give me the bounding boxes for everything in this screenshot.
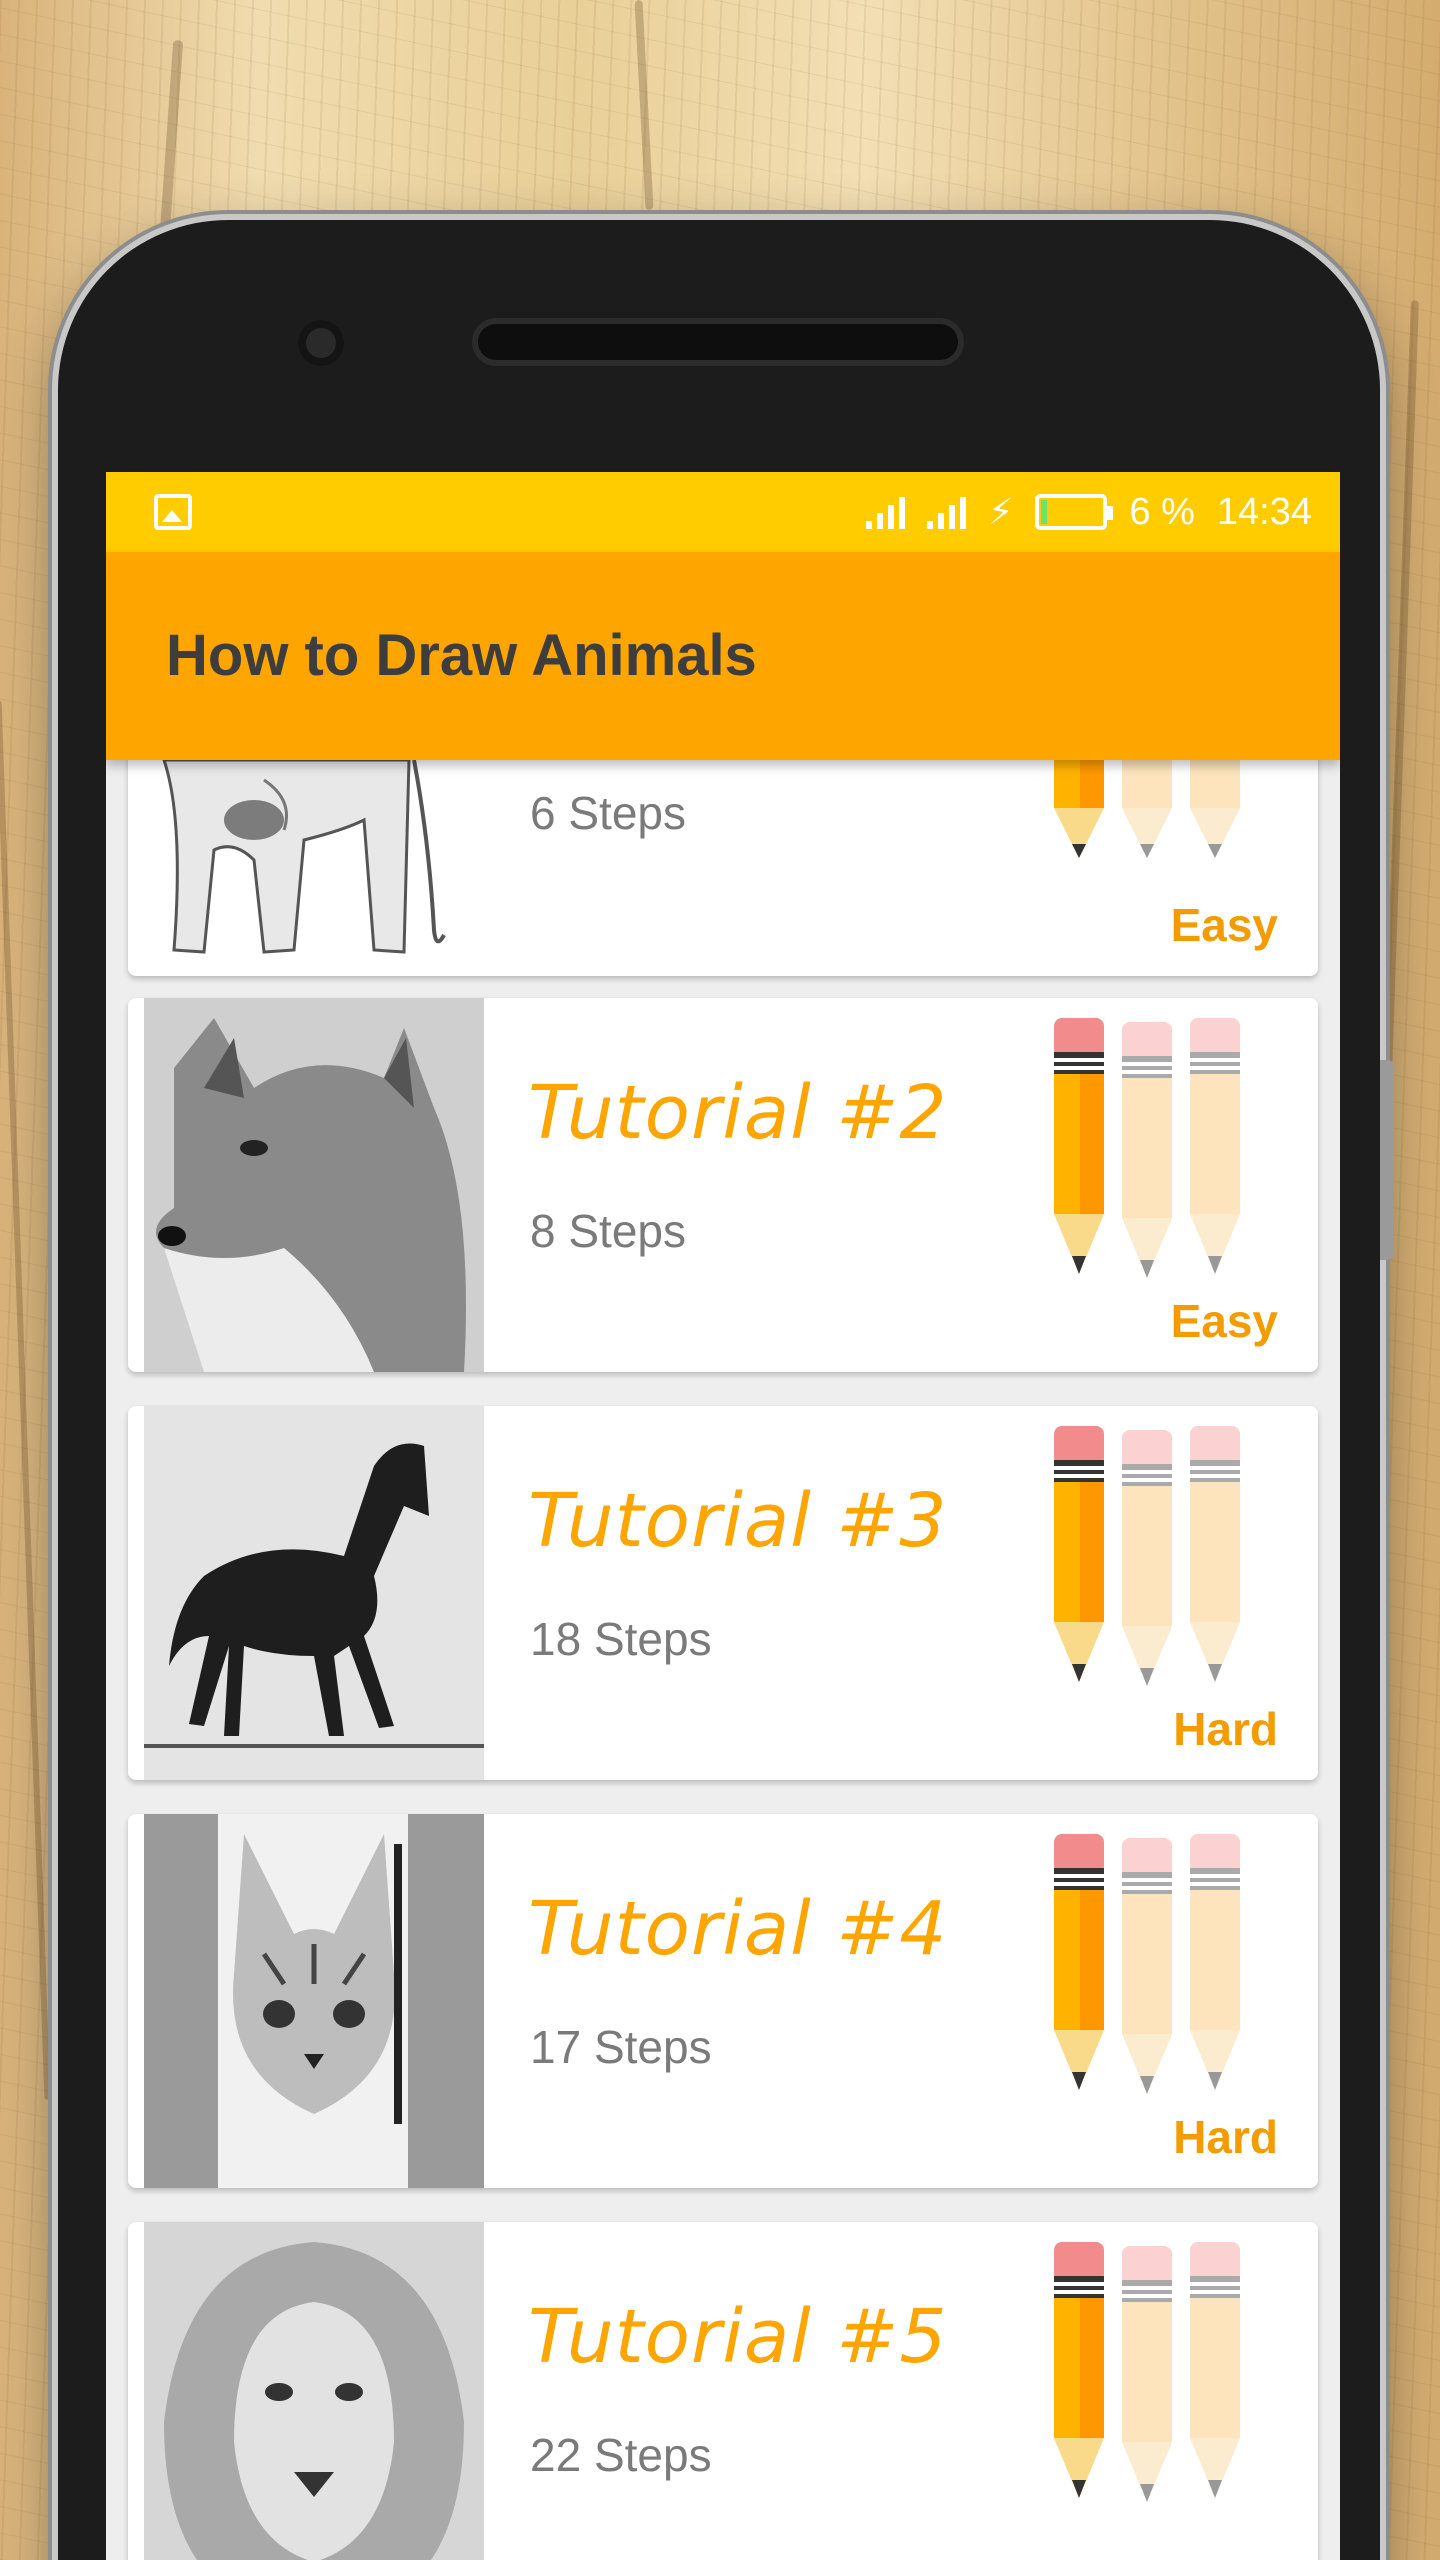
charging-icon: ⚡ (988, 491, 1014, 532)
tutorial-steps: 22 Steps (530, 2429, 712, 2481)
tutorial-card-2[interactable]: Tutorial #2 8 Steps Easy (128, 998, 1318, 1372)
app-screen: ⚡ 6 % 14:34 How to Draw Animals 6 Steps (106, 472, 1340, 2560)
battery-icon (1035, 494, 1114, 530)
tutorial-list[interactable]: 6 Steps Easy Tutorial #2 8 Steps Easy Tu… (106, 760, 1340, 2560)
tutorial-steps: 17 Steps (530, 2021, 712, 2073)
app-title: How to Draw Animals (166, 623, 757, 688)
tutorial-steps: 8 Steps (530, 1205, 686, 1257)
elephant-drawing-thumbnail (144, 760, 484, 976)
difficulty-pencils-icon (1054, 760, 1240, 858)
lion-drawing-thumbnail (144, 2222, 484, 2560)
cat-drawing-thumbnail (144, 1814, 484, 2188)
tutorial-card-5[interactable]: Tutorial #5 22 Steps (128, 2222, 1318, 2560)
difficulty-label: Hard (1173, 1703, 1278, 1755)
front-camera (298, 320, 344, 366)
tutorial-steps: 18 Steps (530, 1613, 712, 1665)
tutorial-card-4[interactable]: Tutorial #4 17 Steps Hard (128, 1814, 1318, 2188)
difficulty-label: Hard (1173, 2111, 1278, 2163)
difficulty-pencils-icon (1054, 1426, 1240, 1686)
status-bar: ⚡ 6 % 14:34 (106, 472, 1340, 552)
difficulty-label: Easy (1170, 899, 1278, 951)
tutorial-card-1[interactable]: 6 Steps Easy (128, 760, 1318, 976)
wolf-drawing-thumbnail (144, 998, 484, 1372)
side-button (1380, 1060, 1394, 1260)
horse-drawing-thumbnail (144, 1406, 484, 1780)
difficulty-pencils-icon (1054, 2242, 1240, 2502)
tutorial-title: Tutorial #3 (528, 1478, 948, 1564)
battery-percent: 6 % (1129, 490, 1195, 533)
tutorial-title: Tutorial #4 (528, 1886, 948, 1972)
earpiece-speaker (478, 324, 958, 360)
tutorial-steps: 6 Steps (530, 787, 686, 839)
image-notification-icon (154, 494, 192, 530)
difficulty-pencils-icon (1054, 1018, 1240, 1278)
signal-1-icon (866, 495, 906, 529)
tutorial-card-3[interactable]: Tutorial #3 18 Steps Hard (128, 1406, 1318, 1780)
app-bar: How to Draw Animals (106, 552, 1340, 760)
difficulty-pencils-icon (1054, 1834, 1240, 2094)
clock: 14:34 (1216, 490, 1312, 533)
status-indicators: ⚡ 6 % 14:34 (866, 472, 1312, 552)
tutorial-title: Tutorial #2 (528, 1070, 948, 1156)
signal-2-icon (927, 495, 967, 529)
difficulty-label: Easy (1170, 1295, 1278, 1347)
tutorial-title: Tutorial #5 (528, 2294, 948, 2380)
